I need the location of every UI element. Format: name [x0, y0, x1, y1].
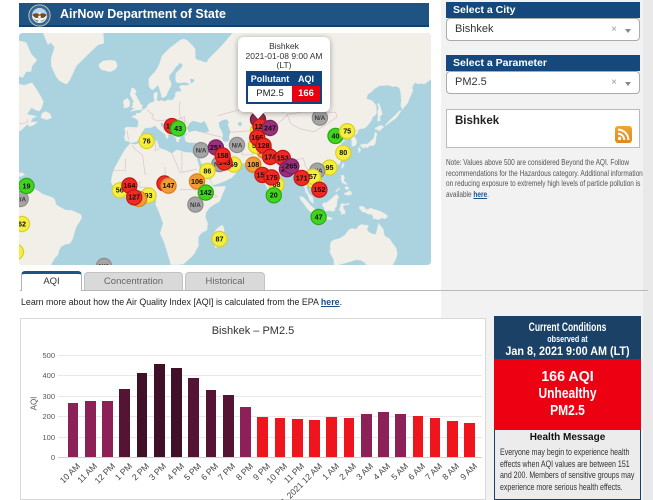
svg-text:247: 247	[264, 123, 276, 132]
svg-text:147: 147	[163, 181, 175, 190]
svg-text:75: 75	[343, 127, 351, 136]
svg-text:76: 76	[143, 136, 151, 145]
svg-text:80: 80	[339, 148, 347, 157]
svg-text:47: 47	[315, 212, 323, 221]
svg-text:20: 20	[270, 191, 278, 200]
svg-text:108: 108	[247, 160, 259, 169]
svg-text:N/A: N/A	[190, 202, 201, 209]
svg-text:N/A: N/A	[99, 263, 110, 265]
svg-text:40: 40	[332, 131, 340, 140]
svg-text:174: 174	[264, 152, 276, 161]
svg-text:95: 95	[326, 163, 334, 172]
svg-text:N/A: N/A	[19, 196, 26, 203]
svg-text:43: 43	[174, 124, 182, 133]
svg-text:N/A: N/A	[196, 148, 207, 155]
svg-text:62: 62	[19, 219, 26, 228]
svg-text:265: 265	[285, 162, 297, 171]
svg-text:N/A: N/A	[232, 142, 243, 149]
svg-text:171: 171	[296, 173, 308, 182]
svg-text:158: 158	[217, 151, 229, 160]
svg-text:164: 164	[123, 181, 135, 190]
svg-text:106: 106	[191, 177, 203, 186]
svg-text:175: 175	[266, 173, 278, 182]
svg-text:57: 57	[309, 172, 317, 181]
svg-text:152: 152	[313, 185, 325, 194]
svg-text:127: 127	[128, 193, 140, 202]
svg-text:87: 87	[216, 234, 224, 243]
svg-text:142: 142	[200, 188, 212, 197]
svg-text:86: 86	[203, 166, 211, 175]
svg-text:128: 128	[258, 141, 270, 150]
svg-text:N/A: N/A	[314, 115, 325, 122]
svg-text:19: 19	[23, 181, 31, 190]
